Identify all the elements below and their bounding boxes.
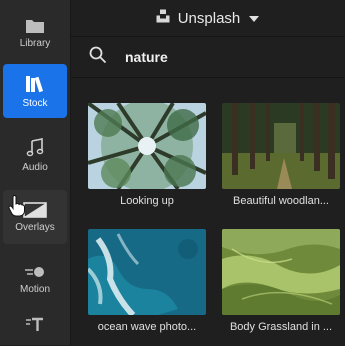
caret-down-icon xyxy=(248,10,260,27)
search-input[interactable] xyxy=(123,48,307,66)
result-thumbnail xyxy=(88,103,206,189)
result-thumbnail xyxy=(222,229,340,315)
result-caption: Looking up xyxy=(120,195,174,207)
sidebar-item-library[interactable]: Library xyxy=(3,6,67,60)
sidebar-item-audio[interactable]: Audio xyxy=(3,128,67,182)
result-tile[interactable]: Looking up xyxy=(88,103,206,207)
text-icon xyxy=(25,316,45,332)
result-caption: Body Grassland in ... xyxy=(229,321,333,333)
source-header: Unsplash xyxy=(71,0,345,37)
books-icon xyxy=(24,74,46,94)
result-thumbnail xyxy=(88,229,206,315)
result-tile[interactable]: ocean wave photo... xyxy=(88,229,206,333)
hand-cursor-icon xyxy=(8,194,26,222)
sidebar-item-label: Overlays xyxy=(15,221,55,233)
search-icon xyxy=(71,46,123,69)
sidebar-item-stock[interactable]: Stock xyxy=(3,64,67,118)
sidebar: Library Stock Audio Overlays Motion xyxy=(0,0,71,345)
sidebar-item-label: Motion xyxy=(19,283,50,295)
sidebar-item-label: Stock xyxy=(22,97,48,109)
sidebar-item-label: Audio xyxy=(22,161,48,173)
search-bar xyxy=(71,37,345,78)
result-caption: ocean wave photo... xyxy=(97,321,197,333)
unsplash-logo-icon xyxy=(156,9,170,27)
result-tile[interactable]: Body Grassland in ... xyxy=(222,229,340,333)
sidebar-item-motion[interactable]: Motion xyxy=(3,253,67,307)
music-note-icon xyxy=(25,137,45,158)
sidebar-item-text[interactable] xyxy=(3,310,67,346)
main-panel: Unsplash nature Looking up Beautiful woo… xyxy=(71,0,345,345)
overlay-icon xyxy=(23,201,47,218)
source-label: Unsplash xyxy=(177,9,241,27)
folder-icon xyxy=(25,18,45,34)
source-selector[interactable]: Unsplash xyxy=(156,9,261,27)
result-tile[interactable]: Beautiful woodlan... xyxy=(222,103,340,207)
result-caption: Beautiful woodlan... xyxy=(232,195,329,207)
motion-icon xyxy=(24,266,46,280)
sidebar-item-label: Library xyxy=(19,37,51,49)
result-thumbnail xyxy=(222,103,340,189)
